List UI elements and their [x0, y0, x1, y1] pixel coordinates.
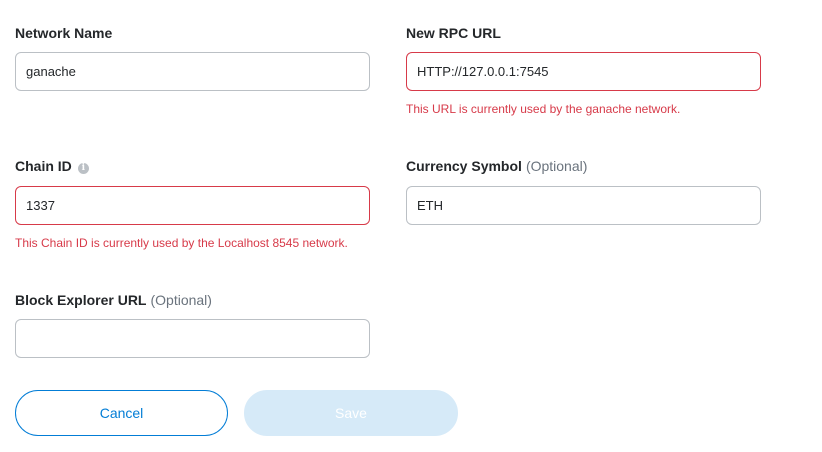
rpc-url-label: New RPC URL: [406, 24, 501, 42]
rpc-url-input[interactable]: [406, 52, 761, 91]
chain-id-label: Chain ID i: [15, 157, 89, 175]
info-icon[interactable]: i: [77, 163, 89, 174]
currency-symbol-input[interactable]: [406, 186, 761, 225]
cancel-button[interactable]: Cancel: [15, 390, 228, 436]
block-explorer-input[interactable]: [15, 319, 370, 358]
network-name-input[interactable]: [15, 52, 370, 91]
currency-symbol-label: Currency Symbol (Optional): [406, 157, 587, 175]
chain-id-label-text: Chain ID: [15, 158, 72, 174]
block-explorer-label: Block Explorer URL (Optional): [15, 291, 212, 309]
currency-symbol-optional-tag: (Optional): [525, 158, 588, 174]
currency-symbol-label-text: Currency Symbol: [406, 158, 522, 174]
block-explorer-label-text: Block Explorer URL: [15, 292, 147, 308]
chain-id-error-message: This Chain ID is currently used by the L…: [15, 236, 348, 250]
save-button[interactable]: Save: [244, 390, 458, 436]
network-name-label-text: Network Name: [15, 25, 113, 41]
block-explorer-optional-tag: (Optional): [150, 292, 212, 308]
chain-id-input[interactable]: [15, 186, 370, 225]
rpc-url-label-text: New RPC URL: [406, 25, 501, 41]
network-name-label: Network Name: [15, 24, 112, 42]
rpc-url-error-message: This URL is currently used by the ganach…: [406, 102, 681, 116]
